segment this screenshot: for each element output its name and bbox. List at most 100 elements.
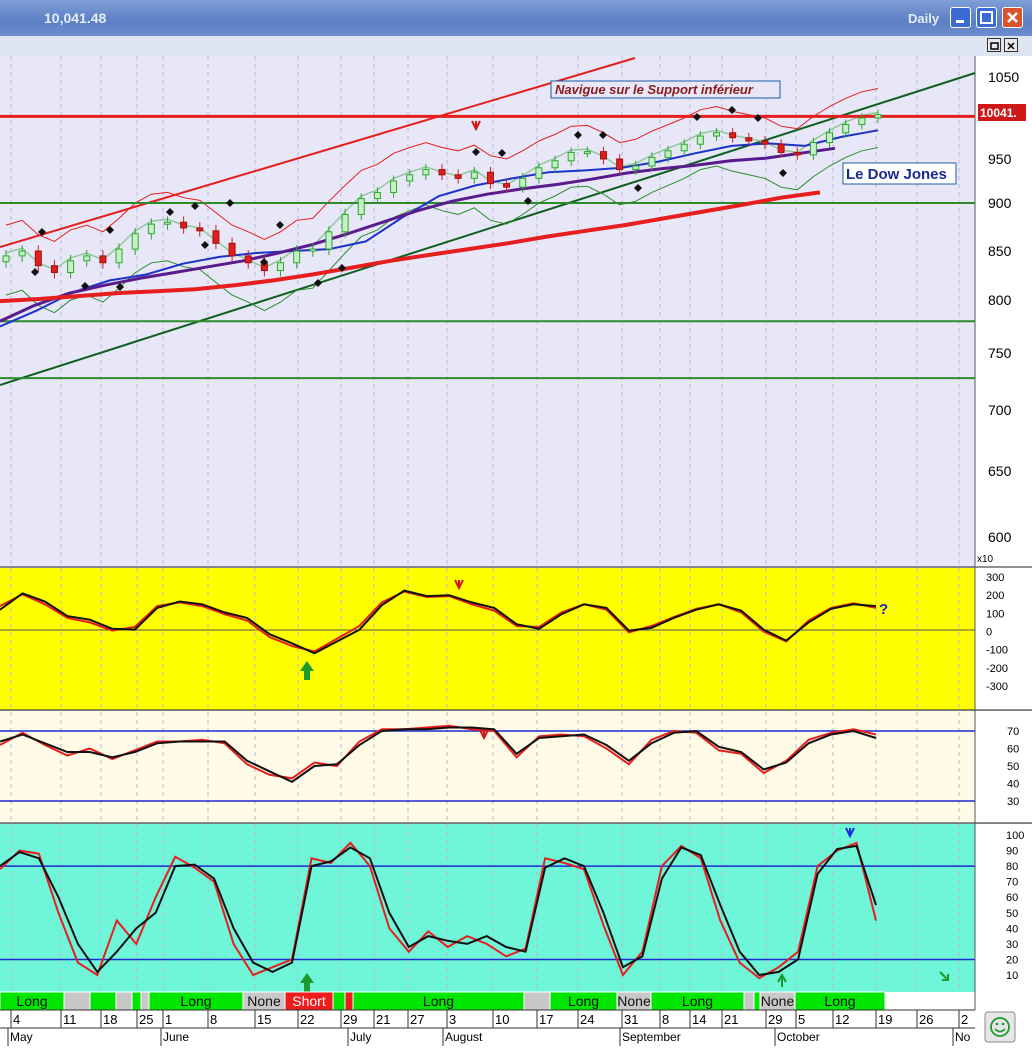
smiley-button[interactable]: [984, 1011, 1016, 1043]
stochastic-tick: 50: [1006, 908, 1018, 920]
signal-label: None: [617, 993, 651, 1009]
signal-label: Long: [423, 993, 454, 1009]
title-bar[interactable]: 10,041.48 Daily: [0, 0, 1032, 36]
chart-sub-bar: [0, 36, 1032, 57]
oscillator-1-panel: [0, 568, 975, 710]
candle: [729, 132, 737, 139]
candle: [373, 191, 381, 200]
interval-label[interactable]: Daily: [908, 11, 939, 26]
osc1-tick: 100: [986, 608, 1004, 620]
signal-segment: [743, 991, 755, 1011]
candle: [713, 132, 721, 137]
price-axis: [975, 56, 1032, 568]
support-note: Navigue sur le Support inférieur: [555, 82, 754, 97]
close-icon: [1007, 42, 1015, 50]
day-label: 26: [919, 1012, 933, 1027]
close-button[interactable]: [1002, 7, 1023, 28]
osc2-tick: 60: [1007, 744, 1019, 756]
month-label: October: [777, 1030, 820, 1044]
day-label: 4: [13, 1012, 20, 1027]
stochastic-tick: 80: [1006, 861, 1018, 873]
signal-label: Long: [568, 993, 599, 1009]
day-label: 18: [103, 1012, 117, 1027]
candle: [390, 180, 398, 193]
candle: [34, 250, 42, 267]
candle: [99, 255, 107, 264]
chart-area: 1050950900850800750700650600 Navigue sur…: [0, 56, 1032, 1050]
price-tick: 950: [988, 151, 1012, 167]
candle: [745, 137, 753, 142]
stochastic-tick: 10: [1006, 970, 1018, 982]
signal-bar: Long Long None Short Long Long None Long None Lon…: [0, 991, 886, 1011]
candle: [228, 242, 236, 257]
candle: [761, 140, 769, 145]
stochastic-tick: 90: [1006, 846, 1018, 858]
candle: [535, 167, 543, 179]
signal-label: None: [247, 993, 281, 1009]
candle: [648, 156, 656, 167]
day-label: 22: [300, 1012, 314, 1027]
signal-segment: [523, 991, 551, 1011]
signal-label: Long: [16, 993, 47, 1009]
osc2-tick: 50: [1007, 761, 1019, 773]
month-label: No: [955, 1030, 971, 1044]
price-tick: 900: [988, 195, 1012, 211]
osc1-tick: 300: [986, 572, 1004, 584]
day-label: 17: [539, 1012, 553, 1027]
question-mark: ?: [879, 601, 888, 618]
day-label: 14: [692, 1012, 706, 1027]
osc1-tick: -300: [986, 681, 1008, 693]
osc1-tick: -100: [986, 645, 1008, 657]
month-label: May: [10, 1030, 33, 1044]
candle: [50, 265, 58, 274]
day-label: 21: [724, 1012, 738, 1027]
signal-segment: [131, 991, 142, 1011]
candle: [2, 255, 10, 263]
day-label: 25: [139, 1012, 153, 1027]
candle: [438, 169, 446, 176]
month-label: June: [163, 1030, 189, 1044]
candle: [519, 177, 527, 188]
month-label: September: [622, 1030, 681, 1044]
day-label: 8: [210, 1012, 217, 1027]
candle: [632, 165, 640, 171]
restore-button[interactable]: [987, 38, 1001, 52]
day-label: 29: [343, 1012, 357, 1027]
support-note-box: Navigue sur le Support inférieur: [550, 80, 781, 99]
index-name-label: Le Dow Jones: [846, 166, 947, 183]
candle: [147, 223, 155, 235]
panel-close-button[interactable]: [1004, 38, 1018, 52]
candle: [842, 124, 850, 134]
candle: [680, 143, 688, 152]
minimize-button[interactable]: [950, 7, 971, 28]
osc1-tick: 200: [986, 590, 1004, 602]
candle: [454, 174, 462, 179]
candle: [196, 227, 204, 232]
candle: [551, 160, 559, 169]
candle: [244, 255, 252, 264]
candle: [503, 183, 511, 188]
day-label: 29: [768, 1012, 782, 1027]
candle: [341, 214, 349, 233]
day-label: 11: [63, 1012, 77, 1027]
stochastic-tick: 30: [1006, 939, 1018, 951]
candle: [163, 221, 171, 225]
day-label: 10: [495, 1012, 509, 1027]
stochastic-tick: 100: [1006, 830, 1024, 842]
candle: [18, 250, 26, 257]
signal-segment: [115, 991, 133, 1011]
price-tick: 750: [988, 345, 1012, 361]
signal-label: None: [761, 993, 795, 1009]
maximize-button[interactable]: [976, 7, 997, 28]
candle: [357, 198, 365, 216]
osc2-tick: 40: [1007, 779, 1019, 791]
close-icon: [1007, 12, 1018, 23]
stochastic-panel: [0, 824, 975, 992]
signal-segment: [140, 991, 150, 1011]
candle: [858, 117, 866, 126]
candle: [277, 262, 285, 272]
day-label: 1: [165, 1012, 172, 1027]
candle: [809, 142, 817, 156]
price-tick: 700: [988, 402, 1012, 418]
signal-label: Long: [824, 993, 855, 1009]
